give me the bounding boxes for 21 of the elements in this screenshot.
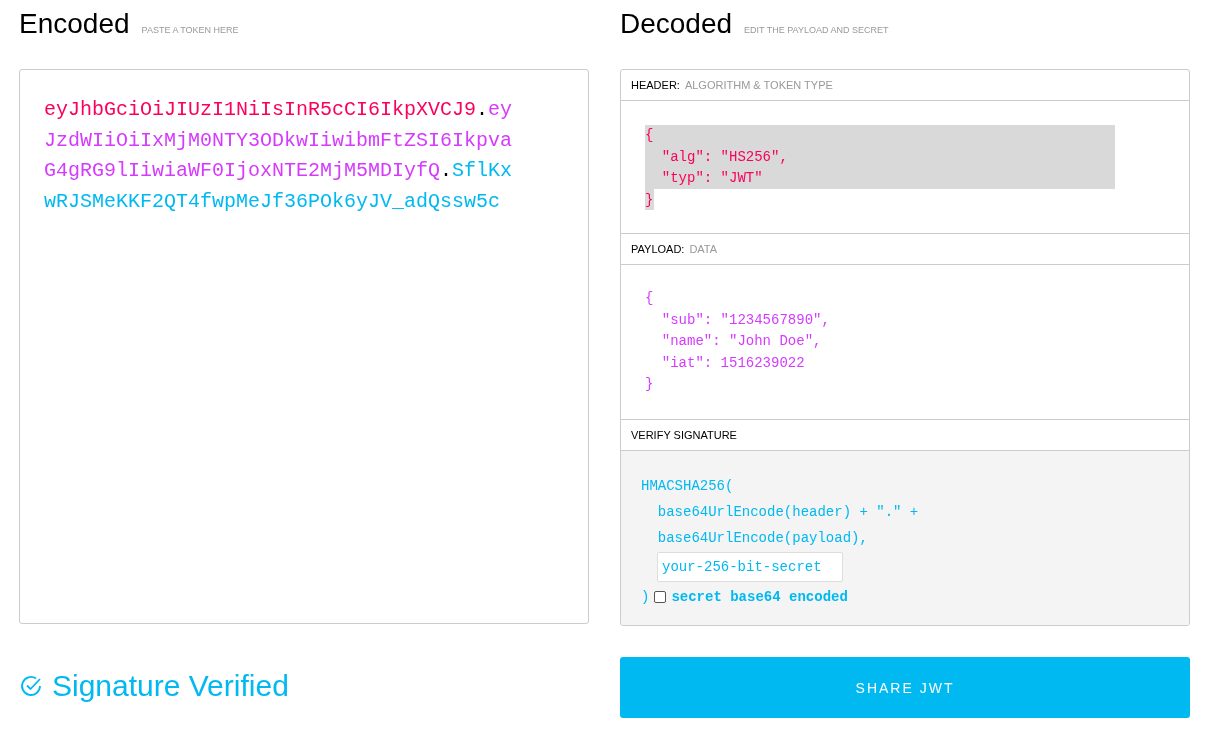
token-text[interactable]: eyJhbGciOiJIUzI1NiIsInR5cCI6IkpXVCJ9.eyJzdWIiOiIxMjM0NTY3ODkwIiwibmFtZSI6IkpvaG4gRG9lIiwiaWF0IjoxNTE2MjM5MDIyfQ.SflKxwRJSMeKKF2QT4fwpMeJf36POk6yJV_adQssw5c xyxy=(44,95,518,217)
section-sublabel: ALGORITHM & TOKEN TYPE xyxy=(684,79,833,91)
check-circle-icon xyxy=(19,673,43,698)
section-subtitle: EDIT THE PAYLOAD AND SECRET xyxy=(744,25,889,35)
formula-line: base64UrlEncode(payload), xyxy=(656,528,868,548)
formula-line: base64UrlEncode(header) + "." + xyxy=(656,502,919,522)
base64-checkbox[interactable] xyxy=(654,590,667,603)
section-subtitle: PASTE A TOKEN HERE xyxy=(141,25,239,35)
section-title: Encoded xyxy=(19,8,130,40)
section-label: HEADER: xyxy=(631,79,680,91)
secret-input[interactable]: your-256-bit-secret xyxy=(657,551,843,582)
status-text: Signature Verified xyxy=(52,668,289,703)
closing-paren: ) xyxy=(641,588,650,605)
section-label: PAYLOAD: xyxy=(631,243,685,255)
formula-line: HMACSHA256( xyxy=(641,476,734,496)
section-sublabel: DATA xyxy=(689,243,718,255)
section-label: VERIFY SIGNATURE xyxy=(631,428,737,441)
section-title: Decoded xyxy=(620,8,733,40)
share-button[interactable]: SHARE JWT xyxy=(620,657,1190,718)
json-editor[interactable]: { "sub": "1234567890", "name": "John Doe", "iat": 1516239022 } xyxy=(645,288,1165,396)
checkbox-label[interactable]: secret base64 encoded xyxy=(671,588,848,605)
